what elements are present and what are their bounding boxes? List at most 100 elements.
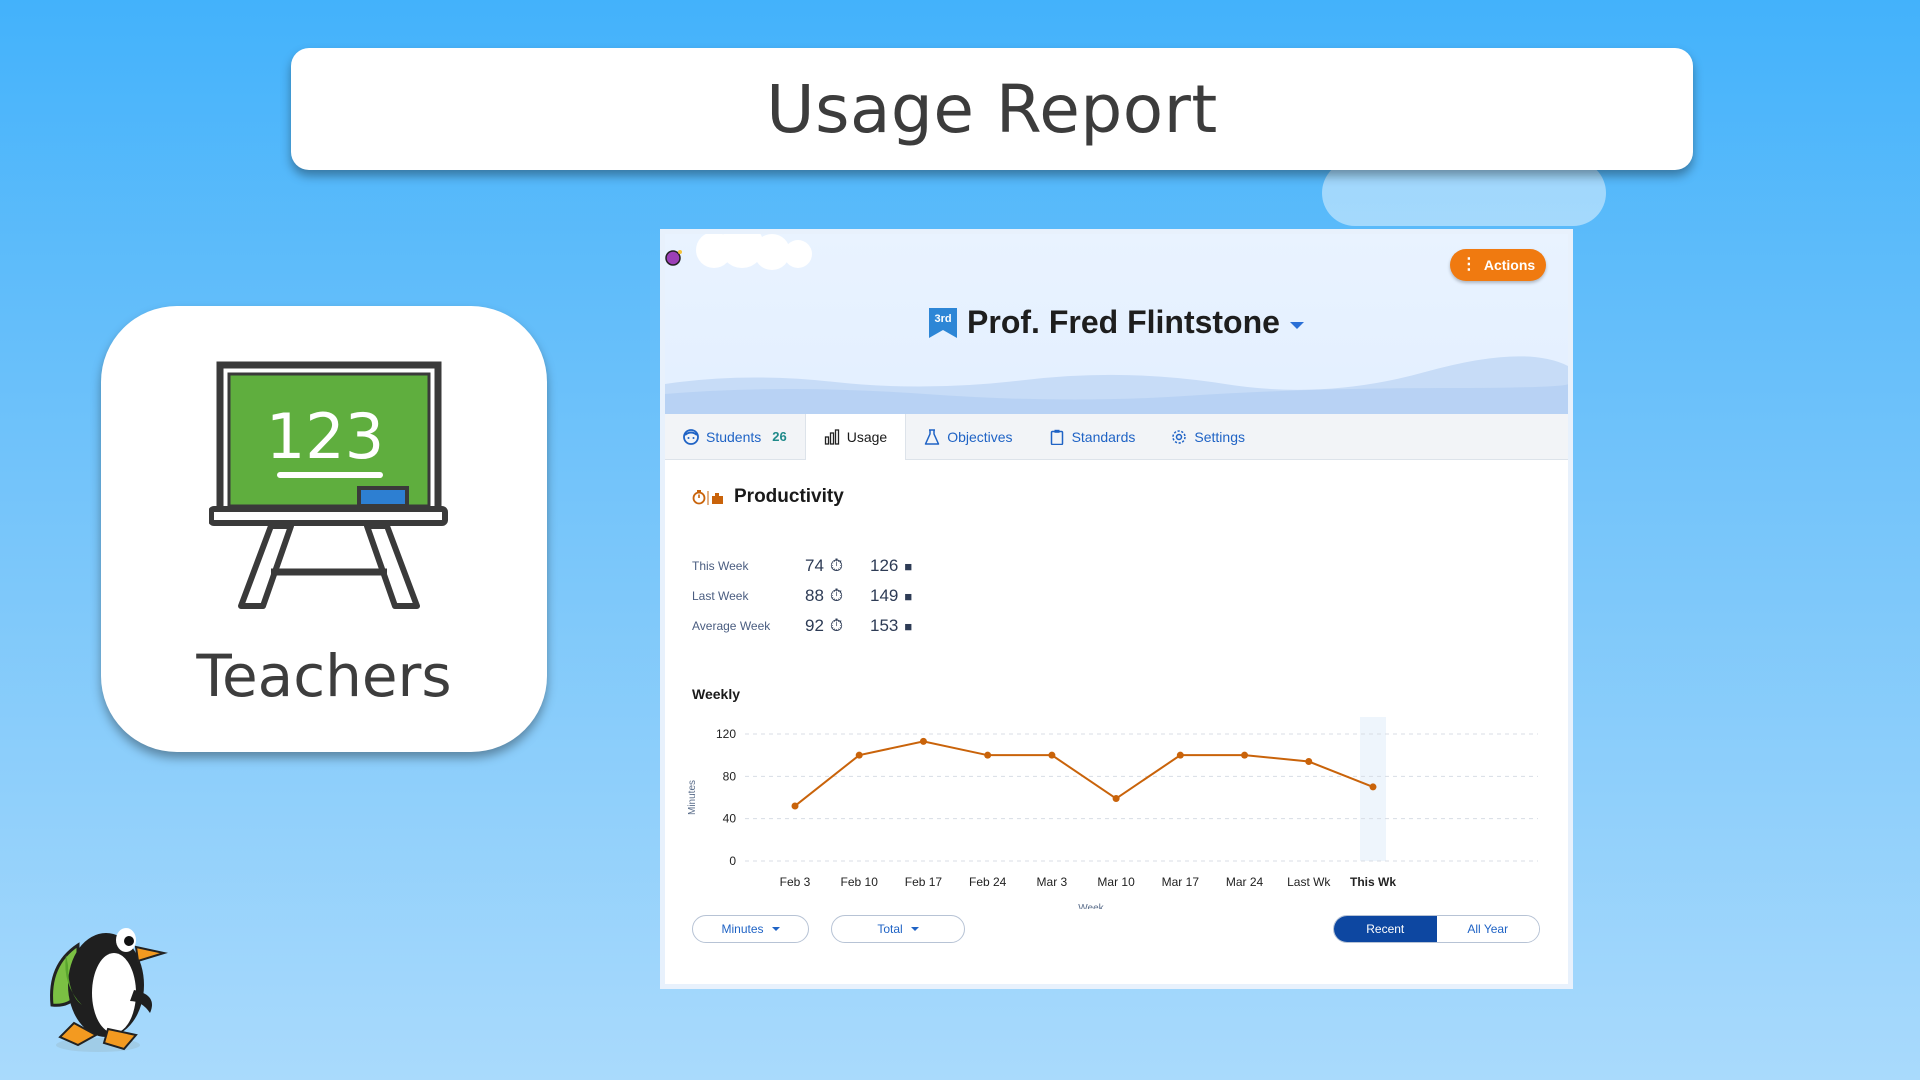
- actions-label: Actions: [1483, 257, 1536, 273]
- stat-minutes-value: 74: [805, 556, 824, 575]
- teacher-name: Prof. Fred Flintstone: [967, 304, 1280, 340]
- stat-label: Average Week: [692, 619, 771, 633]
- gear-icon: [1172, 429, 1187, 444]
- clipboard-icon: [1050, 429, 1063, 445]
- caret-down-icon: [910, 927, 919, 931]
- tab-students[interactable]: Students 26: [665, 414, 805, 459]
- stat-row: Last Week 88 ⏱ 149 ■: [692, 581, 912, 611]
- bar-chart-icon: [824, 429, 839, 445]
- data-point: [1176, 751, 1184, 759]
- stat-puzzles: 149 ■: [870, 586, 912, 606]
- data-point: [984, 751, 992, 759]
- weekly-chart-title: Weekly: [692, 686, 740, 702]
- tab-settings[interactable]: Settings: [1153, 414, 1263, 459]
- grade-badge: 3rd: [929, 307, 958, 338]
- series-line-minutes: [794, 740, 1374, 807]
- metric-dropdown[interactable]: Minutes: [692, 915, 809, 943]
- data-point: [1112, 795, 1120, 803]
- x-tick-label: Mar 24: [1226, 875, 1264, 889]
- stat-puzzles: 126 ■: [870, 556, 912, 576]
- title-card: Usage Report: [291, 48, 1693, 170]
- range-recent-button[interactable]: Recent: [1334, 916, 1437, 942]
- x-axis-label: Week: [1078, 903, 1104, 909]
- header-cloud: [696, 234, 812, 270]
- puzzle-icon: ■: [904, 618, 913, 634]
- header-hills: [665, 356, 1568, 414]
- flask-icon: [924, 428, 940, 445]
- stopwatch-puzzle-icon: [692, 490, 723, 505]
- tab-bar: Students 26 Usage Objectives Standards S…: [665, 414, 1568, 460]
- x-tick-label: Mar 17: [1162, 875, 1200, 889]
- stat-puzzles-value: 153: [870, 616, 899, 635]
- stat-minutes: 88 ⏱: [805, 586, 870, 606]
- penguin-mascot-icon: [50, 928, 168, 1052]
- productivity-title: Productivity: [734, 486, 844, 507]
- data-point: [919, 737, 927, 745]
- productivity-heading: Productivity: [692, 486, 844, 508]
- teacher-selector[interactable]: 3rd Prof. Fred Flintstone: [665, 304, 1568, 341]
- planet-icon: [665, 250, 682, 266]
- stopwatch-icon: ⏱: [829, 616, 844, 635]
- stat-minutes: 74 ⏱: [805, 556, 870, 576]
- x-tick-label: This Wk: [1350, 875, 1396, 889]
- data-point: [1369, 783, 1377, 791]
- aggregate-dropdown[interactable]: Total: [831, 915, 965, 943]
- aggregate-label: Total: [877, 922, 903, 936]
- metric-label: Minutes: [721, 922, 764, 936]
- stat-puzzles: 153 ■: [870, 616, 912, 636]
- puzzle-icon: ■: [904, 588, 913, 604]
- tab-label: Students: [706, 428, 762, 445]
- stopwatch-icon: ⏱: [829, 556, 844, 575]
- y-tick-label: 40: [723, 812, 737, 826]
- y-tick-label: 0: [729, 854, 736, 868]
- caret-down-icon: [771, 927, 780, 931]
- x-tick-label: Feb 3: [780, 875, 811, 889]
- actions-button[interactable]: ⋮ Actions: [1450, 249, 1546, 281]
- student-count: 26: [772, 429, 787, 444]
- x-tick-label: Last Wk: [1287, 875, 1331, 889]
- x-tick-label: Mar 10: [1097, 875, 1135, 889]
- weekly-line-chart: 0 40 80 120 Minutes Feb 3 Feb 10 Feb 17 Feb 24 Ma…: [687, 717, 1538, 909]
- stat-minutes: 92 ⏱: [805, 616, 870, 636]
- range-all-year-button[interactable]: All Year: [1436, 916, 1539, 942]
- tab-standards[interactable]: Standards: [1031, 414, 1154, 459]
- tab-usage[interactable]: Usage: [804, 414, 907, 460]
- tab-label: Settings: [1194, 428, 1245, 445]
- stat-minutes-value: 88: [805, 586, 824, 605]
- stat-label: Last Week: [692, 589, 749, 603]
- stat-label: This Week: [692, 559, 749, 573]
- chevron-down-icon[interactable]: [1289, 322, 1304, 329]
- tab-label: Usage: [846, 429, 888, 445]
- data-point: [1241, 751, 1249, 759]
- stat-row: This Week 74 ⏱ 126 ■: [692, 551, 912, 581]
- data-point: [855, 751, 863, 759]
- puzzle-icon: ■: [904, 558, 913, 574]
- x-tick-label: Feb 24: [969, 875, 1007, 889]
- app-screenshot: ⋮ Actions 3rd Prof. Fred Flintstone Stud…: [660, 229, 1573, 989]
- tab-label: Objectives: [947, 428, 1013, 445]
- stat-minutes-value: 92: [805, 616, 824, 635]
- stopwatch-icon: ⏱: [829, 586, 844, 605]
- data-point: [1048, 751, 1056, 759]
- more-vertical-icon: ⋮: [1460, 256, 1477, 273]
- x-tick-label: Mar 3: [1037, 875, 1068, 889]
- x-tick-label: Feb 10: [841, 875, 879, 889]
- board-number: 123: [266, 400, 384, 473]
- stat-row: Average Week 92 ⏱ 153 ■: [692, 611, 912, 641]
- teachers-label: Teachers: [196, 642, 452, 710]
- y-axis-label: Minutes: [687, 780, 698, 815]
- chalkboard-icon: 123: [209, 361, 448, 609]
- productivity-stats: This Week 74 ⏱ 126 ■ Last Week 88 ⏱ 149 ■ Av…: [692, 551, 912, 641]
- y-tick-label: 120: [716, 727, 736, 741]
- stat-puzzles-value: 126: [870, 556, 899, 575]
- slide-title: Usage Report: [766, 70, 1218, 148]
- stat-puzzles-value: 149: [870, 586, 899, 605]
- x-tick-label: Feb 17: [905, 875, 943, 889]
- tab-label: Standards: [1071, 428, 1136, 445]
- y-tick-label: 80: [723, 769, 737, 783]
- class-header: ⋮ Actions 3rd Prof. Fred Flintstone: [665, 234, 1568, 414]
- teachers-card: 123 Teachers: [101, 306, 547, 752]
- tab-objectives[interactable]: Objectives: [906, 414, 1030, 459]
- data-point: [1305, 758, 1313, 766]
- student-face-icon: [683, 428, 699, 445]
